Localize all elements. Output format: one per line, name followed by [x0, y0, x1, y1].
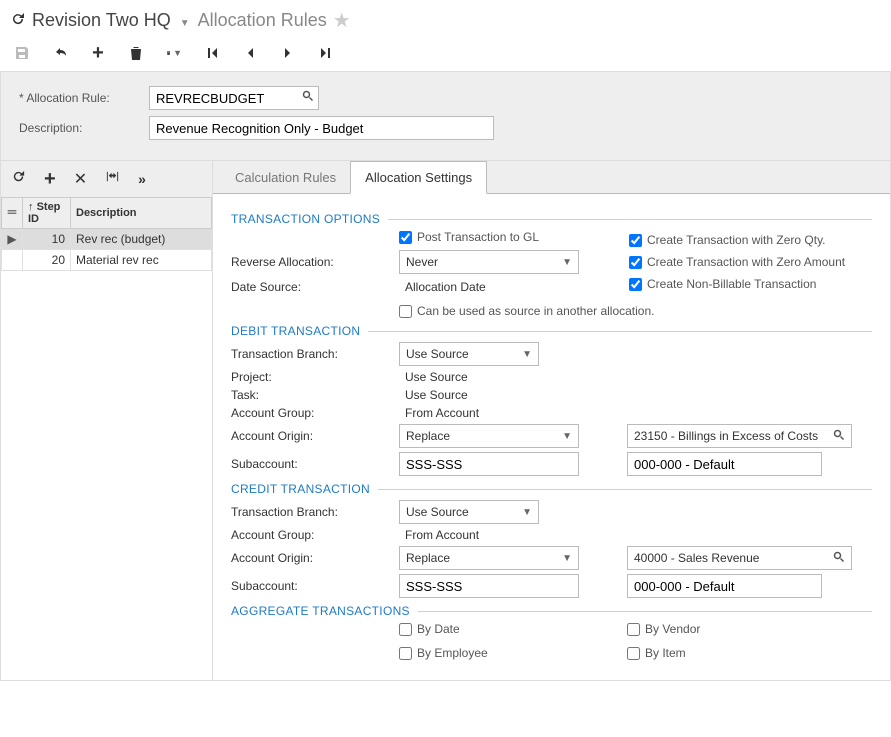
- main-wrap: + ✕ » ↑ Step ID Description ▶10Rev rec (…: [0, 161, 891, 681]
- post-gl-checkbox[interactable]: Post Transaction to GL: [399, 230, 619, 244]
- credit-subaccount-label: Subaccount:: [231, 579, 391, 593]
- next-icon[interactable]: [280, 45, 296, 61]
- grid-fit-icon[interactable]: [105, 169, 120, 189]
- search-icon[interactable]: [302, 90, 314, 105]
- section-transaction-options: TRANSACTION OPTIONS: [231, 212, 872, 226]
- credit-account-group-value: From Account: [399, 528, 619, 542]
- debit-project-label: Project:: [231, 370, 391, 384]
- grid-delete-icon[interactable]: ✕: [74, 169, 87, 189]
- zero-amount-checkbox[interactable]: Create Transaction with Zero Amount: [629, 255, 872, 269]
- grid-col-desc[interactable]: Description: [71, 198, 212, 229]
- allocation-rule-label: Allocation Rule:: [19, 91, 149, 105]
- chevron-down-icon: ▼: [562, 257, 572, 268]
- refresh-icon[interactable]: [10, 11, 26, 30]
- left-toolbar: + ✕ »: [1, 161, 212, 197]
- last-icon[interactable]: [318, 45, 334, 61]
- cell-description: Rev rec (budget): [71, 229, 212, 250]
- chevron-down-icon: ▼: [562, 431, 572, 442]
- debit-account-origin-select[interactable]: Replace▼: [399, 424, 579, 448]
- table-row[interactable]: ▶10Rev rec (budget): [2, 229, 212, 250]
- first-icon[interactable]: [204, 45, 220, 61]
- star-icon[interactable]: ★: [333, 8, 351, 33]
- chevron-down-icon: ▼: [522, 349, 532, 360]
- cell-step-id: 10: [23, 229, 71, 250]
- grid-refresh-icon[interactable]: [11, 169, 26, 189]
- chevron-down-icon: ▼: [173, 48, 182, 58]
- reverse-label: Reverse Allocation:: [231, 255, 391, 269]
- cell-description: Material rev rec: [71, 250, 212, 271]
- org-name: Revision Two HQ: [32, 10, 171, 30]
- tab-calculation-rules[interactable]: Calculation Rules: [221, 162, 350, 193]
- debit-branch-label: Transaction Branch:: [231, 347, 391, 361]
- credit-branch-select[interactable]: Use Source▼: [399, 500, 539, 524]
- table-row[interactable]: 20Material rev rec: [2, 250, 212, 271]
- tabs: Calculation Rules Allocation Settings: [213, 161, 890, 194]
- allocation-rule-input[interactable]: [149, 86, 319, 110]
- grid-add-icon[interactable]: +: [44, 173, 56, 185]
- nonbillable-checkbox[interactable]: Create Non-Billable Transaction: [629, 277, 872, 291]
- debit-account-group-label: Account Group:: [231, 406, 391, 420]
- credit-account-origin-select[interactable]: Replace▼: [399, 546, 579, 570]
- debit-account-group-value: From Account: [399, 406, 619, 420]
- delete-icon[interactable]: [128, 45, 144, 61]
- debit-subaccount-input[interactable]: [399, 452, 579, 476]
- debit-branch-select[interactable]: Use Source▼: [399, 342, 539, 366]
- debit-subaccount-label: Subaccount:: [231, 457, 391, 471]
- chevron-down-icon: ▼: [522, 507, 532, 518]
- credit-subaccount-input[interactable]: [399, 574, 579, 598]
- description-input[interactable]: [149, 116, 494, 140]
- allocation-rule-field[interactable]: [149, 86, 319, 110]
- debit-task-label: Task:: [231, 388, 391, 402]
- description-label: Description:: [19, 121, 149, 135]
- credit-branch-label: Transaction Branch:: [231, 505, 391, 519]
- grid-col-step[interactable]: ↑ Step ID: [23, 198, 71, 229]
- grid-col-marker[interactable]: [2, 198, 23, 229]
- row-indicator: [2, 250, 23, 271]
- undo-icon[interactable]: [52, 45, 68, 61]
- org-dropdown-caret-icon[interactable]: ▼: [176, 18, 194, 29]
- search-icon[interactable]: [833, 429, 845, 444]
- can-source-checkbox[interactable]: Can be used as source in another allocat…: [399, 304, 655, 318]
- date-source-value: Allocation Date: [399, 280, 619, 294]
- prev-icon[interactable]: [242, 45, 258, 61]
- section-credit: CREDIT TRANSACTION: [231, 482, 872, 496]
- search-icon[interactable]: [833, 551, 845, 566]
- main-toolbar: + ▼: [0, 41, 891, 71]
- section-aggregate: AGGREGATE TRANSACTIONS: [231, 604, 872, 618]
- aggregate-by-employee-checkbox[interactable]: By Employee: [399, 646, 619, 660]
- add-icon[interactable]: +: [90, 45, 106, 61]
- debit-subaccount-default-input[interactable]: [627, 452, 822, 476]
- page-header: Revision Two HQ ▼ Allocation Rules ★: [0, 0, 891, 41]
- cell-step-id: 20: [23, 250, 71, 271]
- credit-account-origin-label: Account Origin:: [231, 551, 391, 565]
- form-top: Allocation Rule: Description:: [0, 71, 891, 161]
- clipboard-icon[interactable]: ▼: [166, 45, 182, 61]
- aggregate-by-item-checkbox[interactable]: By Item: [627, 646, 862, 660]
- tab-body: TRANSACTION OPTIONS Post Transaction to …: [213, 194, 890, 680]
- credit-account-picker[interactable]: 40000 - Sales Revenue: [627, 546, 852, 570]
- page-title: Revision Two HQ ▼ Allocation Rules: [32, 10, 327, 31]
- grid-more-icon[interactable]: »: [138, 171, 144, 187]
- right-pane: Calculation Rules Allocation Settings TR…: [213, 161, 890, 680]
- chevron-down-icon: ▼: [562, 553, 572, 564]
- left-pane: + ✕ » ↑ Step ID Description ▶10Rev rec (…: [1, 161, 213, 680]
- debit-project-value: Use Source: [399, 370, 619, 384]
- tab-allocation-settings[interactable]: Allocation Settings: [350, 161, 487, 194]
- debit-account-origin-label: Account Origin:: [231, 429, 391, 443]
- credit-subaccount-default-input[interactable]: [627, 574, 822, 598]
- steps-grid[interactable]: ↑ Step ID Description ▶10Rev rec (budget…: [1, 197, 212, 271]
- debit-account-picker[interactable]: 23150 - Billings in Excess of Costs: [627, 424, 852, 448]
- page-name: Allocation Rules: [198, 10, 327, 30]
- debit-task-value: Use Source: [399, 388, 619, 402]
- row-indicator: ▶: [2, 229, 23, 250]
- credit-account-group-label: Account Group:: [231, 528, 391, 542]
- section-debit: DEBIT TRANSACTION: [231, 324, 872, 338]
- zero-qty-checkbox[interactable]: Create Transaction with Zero Qty.: [629, 233, 872, 247]
- save-icon[interactable]: [14, 45, 30, 61]
- reverse-select[interactable]: Never▼: [399, 250, 579, 274]
- date-source-label: Date Source:: [231, 280, 391, 294]
- aggregate-by-vendor-checkbox[interactable]: By Vendor: [627, 622, 862, 636]
- aggregate-by-date-checkbox[interactable]: By Date: [399, 622, 619, 636]
